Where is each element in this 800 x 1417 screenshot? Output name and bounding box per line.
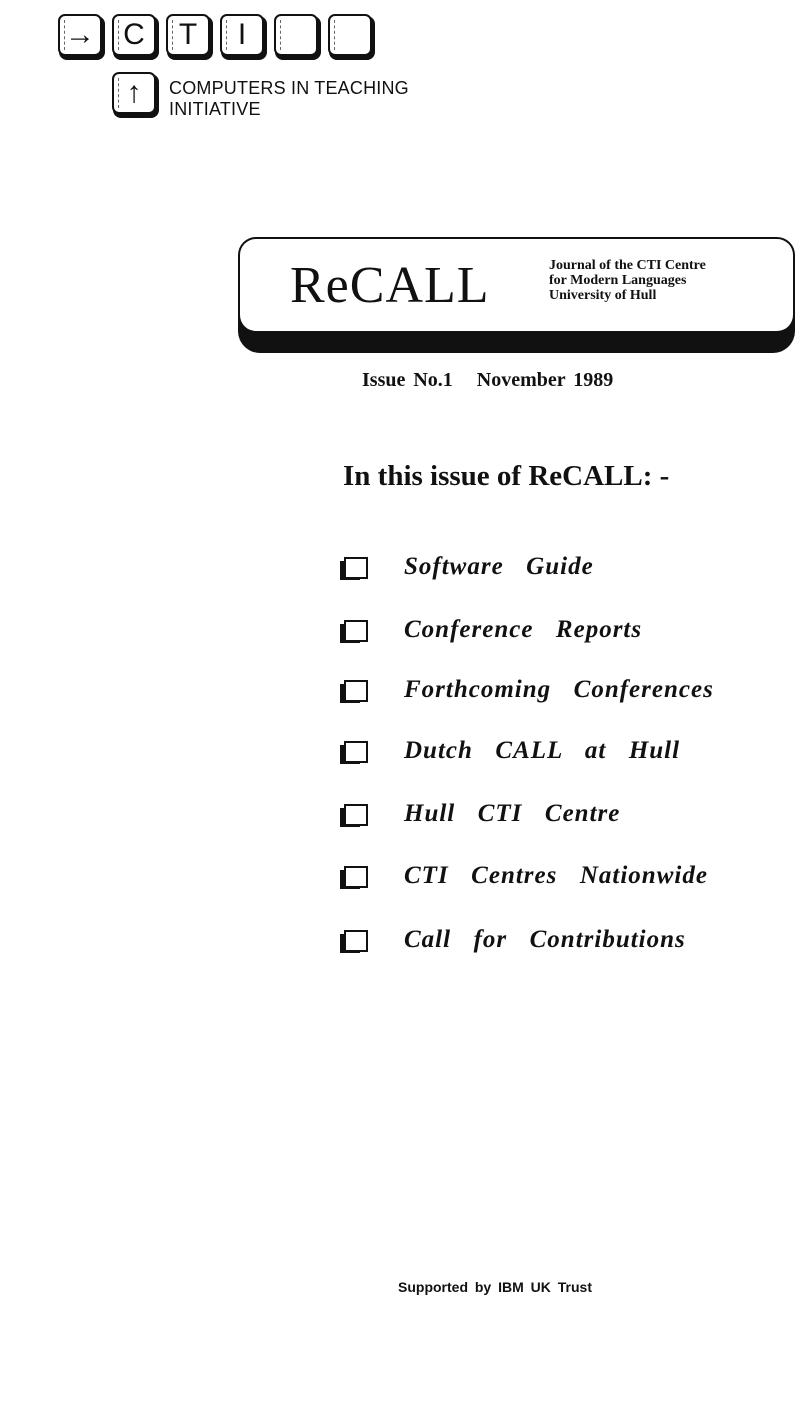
list-item: CTI Centres Nationwide: [340, 859, 708, 893]
key-letter: I: [237, 18, 247, 51]
cti-name: COMPUTERS IN TEACHING INITIATIVE: [169, 78, 409, 120]
checkbox-icon: [340, 738, 368, 764]
recall-banner: ReCALL Journal of the CTI Centre for Mod…: [238, 237, 795, 353]
key-letter: T: [178, 18, 198, 51]
logo-key-i: I: [220, 14, 264, 56]
list-item: Call for Contributions: [340, 923, 686, 957]
logo-key-c: C: [112, 14, 156, 56]
key-letter: C: [123, 18, 145, 51]
list-item-label: CTI Centres Nationwide: [404, 862, 708, 889]
subtitle-line2: for Modern Languages: [549, 273, 687, 288]
list-item-label: Conference Reports: [404, 616, 643, 643]
logo-key-t: T: [166, 14, 210, 56]
list-item: Hull CTI Centre: [340, 797, 620, 831]
cti-name-line2: INITIATIVE: [169, 99, 261, 119]
list-item: Software Guide: [340, 550, 594, 584]
list-item-label: Software Guide: [404, 553, 594, 580]
checkbox-icon: [340, 927, 368, 953]
contents-heading: In this issue of ReCALL: -: [343, 460, 670, 492]
checkbox-icon: [340, 617, 368, 643]
list-item: Forthcoming Conferences: [340, 673, 714, 707]
up-arrow-icon: ↑: [126, 76, 142, 109]
sponsor-note: Supported by IBM UK Trust: [398, 1279, 592, 1295]
issue-info: Issue No.1 November 1989: [362, 369, 614, 391]
checkbox-icon: [340, 801, 368, 827]
list-item: Conference Reports: [340, 613, 642, 647]
list-item-label: Hull CTI Centre: [404, 800, 621, 827]
list-item-label: Forthcoming Conferences: [404, 676, 714, 703]
subtitle-line3: University of Hull: [549, 288, 657, 303]
logo-key-up: ↑: [112, 72, 156, 114]
logo-key-blank: [274, 14, 318, 56]
checkbox-icon: [340, 554, 368, 580]
logo-key-blank: [328, 14, 372, 56]
list-item-label: Call for Contributions: [404, 926, 686, 953]
list-item: Dutch CALL at Hull: [340, 734, 680, 768]
logo-key-arrow: →: [58, 14, 102, 56]
banner-panel: ReCALL Journal of the CTI Centre for Mod…: [240, 239, 793, 331]
list-item-label: Dutch CALL at Hull: [404, 737, 681, 764]
subtitle-line1: Journal of the CTI Centre: [549, 258, 706, 273]
cti-name-line1: COMPUTERS IN TEACHING: [169, 78, 409, 98]
journal-title: ReCALL: [290, 257, 490, 314]
right-arrow-icon: →: [65, 18, 95, 51]
checkbox-icon: [340, 863, 368, 889]
checkbox-icon: [340, 677, 368, 703]
journal-subtitle: Journal of the CTI Centre for Modern Lan…: [549, 258, 706, 303]
